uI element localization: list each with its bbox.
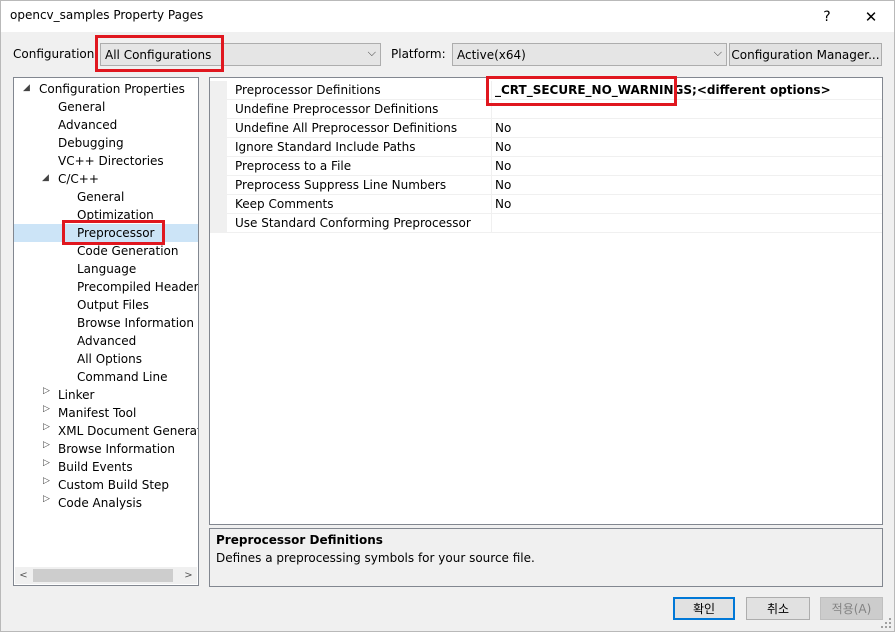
tree-root[interactable]: Configuration Properties: [39, 80, 185, 98]
grid-row[interactable]: Undefine Preprocessor Definitions: [210, 100, 882, 119]
property-value[interactable]: No: [492, 138, 882, 157]
property-name: Preprocessor Definitions: [227, 81, 492, 100]
configuration-manager-button[interactable]: Configuration Manager...: [729, 43, 882, 66]
description-title: Preprocessor Definitions: [216, 533, 383, 547]
chevron-down-icon: ⌵: [713, 46, 722, 59]
help-icon: ?: [823, 8, 831, 25]
tree-item-debugging[interactable]: Debugging: [58, 134, 124, 152]
tree-item-code-generation[interactable]: Code Generation: [77, 242, 178, 260]
expanded-arrow-icon[interactable]: ◢: [23, 83, 30, 93]
ok-button[interactable]: 확인: [673, 597, 735, 620]
tree-item-browse-information[interactable]: Browse Information: [77, 314, 194, 332]
tree-item-browse-information-top[interactable]: Browse Information: [58, 440, 175, 458]
description-text: Defines a preprocessing symbols for your…: [216, 551, 535, 565]
collapsed-arrow-icon[interactable]: ▷: [43, 422, 50, 432]
property-pages-window: opencv_samples Property Pages ? ✕ Config…: [0, 0, 895, 632]
property-name: Preprocess Suppress Line Numbers: [227, 176, 492, 195]
category-tree: ◢ Configuration Properties General Advan…: [13, 77, 199, 586]
scroll-right-icon[interactable]: >: [180, 567, 197, 584]
chevron-down-icon: ⌵: [367, 46, 376, 59]
tree-item-cpp[interactable]: C/C++: [58, 170, 99, 188]
property-value[interactable]: No: [492, 119, 882, 138]
tree-item-code-analysis[interactable]: Code Analysis: [58, 494, 142, 512]
grid-row[interactable]: Use Standard Conforming Preprocessor: [210, 214, 882, 233]
property-name: Preprocess to a File: [227, 157, 492, 176]
tree-item-cpp-general[interactable]: General: [77, 188, 124, 206]
tree-item-optimization[interactable]: Optimization: [77, 206, 154, 224]
scroll-thumb[interactable]: [33, 569, 173, 582]
collapsed-arrow-icon[interactable]: ▷: [43, 386, 50, 396]
property-value[interactable]: No: [492, 157, 882, 176]
tree-item-custom-build-step[interactable]: Custom Build Step: [58, 476, 169, 494]
window-title: opencv_samples Property Pages: [10, 8, 204, 22]
property-grid: Preprocessor Definitions _CRT_SECURE_NO_…: [209, 77, 883, 525]
collapsed-arrow-icon[interactable]: ▷: [43, 440, 50, 450]
expanded-arrow-icon[interactable]: ◢: [42, 173, 49, 183]
collapsed-arrow-icon[interactable]: ▷: [43, 404, 50, 414]
property-name: Keep Comments: [227, 195, 492, 214]
property-name: Ignore Standard Include Paths: [227, 138, 492, 157]
tree-item-all-options[interactable]: All Options: [77, 350, 142, 368]
configuration-dropdown[interactable]: All Configurations ⌵: [100, 43, 381, 66]
property-name: Use Standard Conforming Preprocessor: [227, 214, 492, 233]
description-panel: Preprocessor Definitions Defines a prepr…: [209, 528, 883, 587]
cancel-button[interactable]: 취소: [746, 597, 810, 620]
property-name: Undefine All Preprocessor Definitions: [227, 119, 492, 138]
platform-value: Active(x64): [457, 47, 526, 62]
tree-item-output-files[interactable]: Output Files: [77, 296, 149, 314]
resize-grip-icon[interactable]: [880, 617, 892, 629]
close-button[interactable]: ✕: [849, 1, 893, 32]
apply-button[interactable]: 적용(A): [820, 597, 883, 620]
property-value[interactable]: [492, 214, 882, 233]
tree-item-precompiled-headers[interactable]: Precompiled Headers: [77, 278, 198, 296]
property-name: Undefine Preprocessor Definitions: [227, 100, 492, 119]
configuration-label: Configuration:: [13, 47, 99, 61]
grid-row[interactable]: Undefine All Preprocessor Definitions No: [210, 119, 882, 138]
tree-item-manifest-tool[interactable]: Manifest Tool: [58, 404, 136, 422]
grid-row[interactable]: Preprocess to a File No: [210, 157, 882, 176]
grid-row[interactable]: Ignore Standard Include Paths No: [210, 138, 882, 157]
platform-dropdown[interactable]: Active(x64) ⌵: [452, 43, 727, 66]
tree-item-linker[interactable]: Linker: [58, 386, 94, 404]
tree-item-xml-document-generator[interactable]: XML Document Generator: [58, 422, 198, 440]
tree-horizontal-scrollbar[interactable]: < >: [15, 567, 197, 584]
property-value[interactable]: No: [492, 176, 882, 195]
tree-item-language[interactable]: Language: [77, 260, 136, 278]
configuration-value: All Configurations: [105, 47, 212, 62]
close-icon: ✕: [864, 7, 878, 26]
grid-row[interactable]: Keep Comments No: [210, 195, 882, 214]
scroll-left-icon[interactable]: <: [15, 567, 32, 584]
title-bar: opencv_samples Property Pages ? ✕: [1, 1, 894, 32]
tree-item-command-line[interactable]: Command Line: [77, 368, 168, 386]
property-value[interactable]: No: [492, 195, 882, 214]
property-value[interactable]: _CRT_SECURE_NO_WARNINGS;<different optio…: [492, 81, 882, 100]
tree-item-cpp-advanced[interactable]: Advanced: [77, 332, 136, 350]
platform-label: Platform:: [391, 47, 446, 61]
tree-item-build-events[interactable]: Build Events: [58, 458, 133, 476]
grid-row[interactable]: Preprocess Suppress Line Numbers No: [210, 176, 882, 195]
tree-item-general[interactable]: General: [58, 98, 105, 116]
tree-item-preprocessor[interactable]: Preprocessor: [14, 224, 198, 242]
collapsed-arrow-icon[interactable]: ▷: [43, 458, 50, 468]
property-value[interactable]: [492, 100, 882, 119]
tree-item-advanced[interactable]: Advanced: [58, 116, 117, 134]
collapsed-arrow-icon[interactable]: ▷: [43, 476, 50, 486]
grid-row[interactable]: Preprocessor Definitions _CRT_SECURE_NO_…: [210, 81, 882, 100]
tree-item-vc-directories[interactable]: VC++ Directories: [58, 152, 164, 170]
collapsed-arrow-icon[interactable]: ▷: [43, 494, 50, 504]
help-button[interactable]: ?: [805, 1, 849, 32]
